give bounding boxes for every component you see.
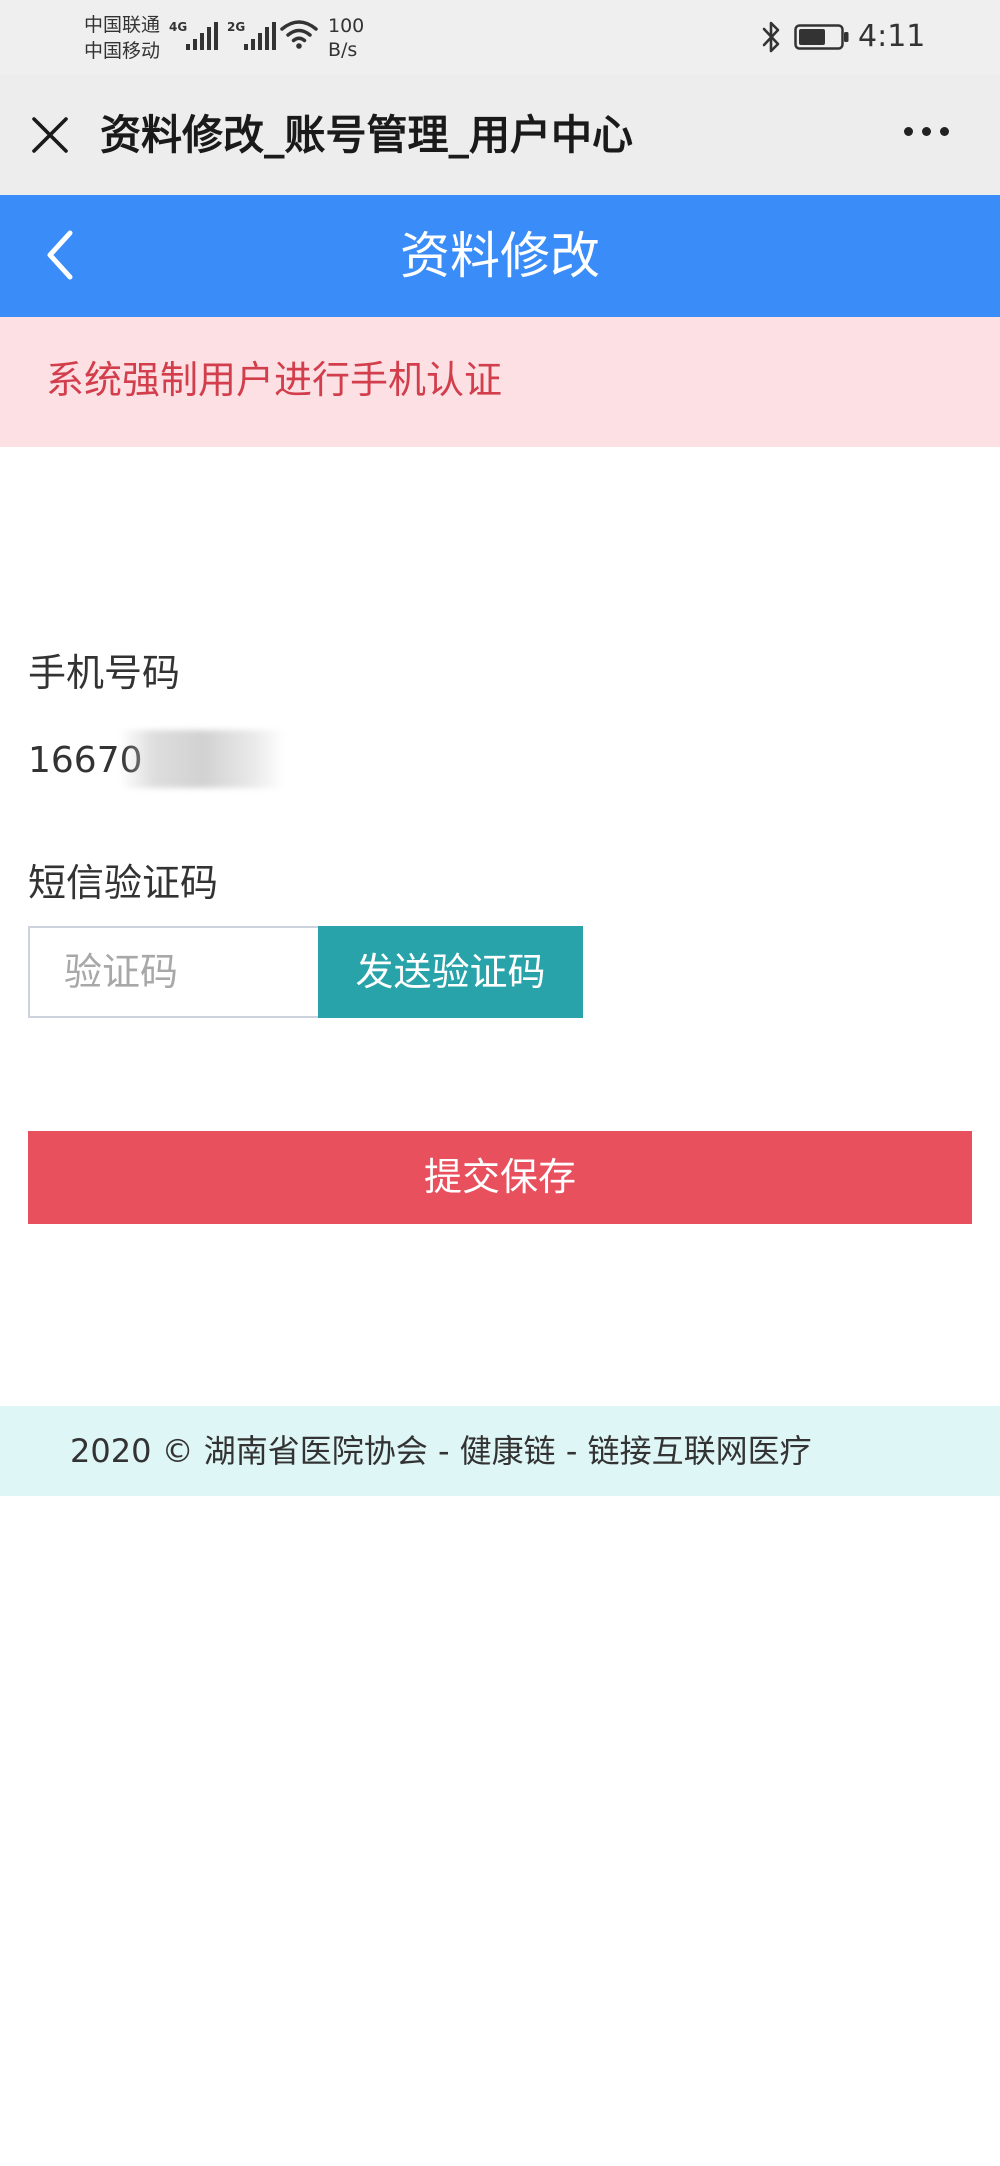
submit-save-button[interactable]: 提交保存 — [28, 1131, 972, 1224]
network-type-1: 4G — [169, 20, 188, 34]
browser-toolbar: 资料修改_账号管理_用户中心 — [0, 75, 1000, 195]
network-speed: 100 B/s — [328, 14, 364, 62]
more-icon[interactable] — [904, 127, 949, 136]
status-bar: 中国联通 中国移动 4G 2G 100 B/s 4:11 — [0, 0, 1000, 75]
back-icon[interactable] — [40, 225, 84, 285]
phone-mask — [120, 730, 285, 788]
app-header: 资料修改 — [0, 195, 1000, 317]
footer-copyright: 2020 © 湖南省医院协会 - 健康链 - 链接互联网医疗 — [70, 1432, 812, 1470]
phone-label: 手机号码 — [28, 651, 181, 695]
signal-icon — [244, 22, 276, 50]
send-code-button[interactable]: 发送验证码 — [318, 926, 583, 1018]
page-title: 资料修改 — [400, 227, 600, 285]
carrier-1: 中国联通 — [84, 14, 161, 36]
sms-code-label: 短信验证码 — [28, 861, 219, 905]
battery-icon — [794, 24, 849, 50]
signal-icon — [186, 22, 218, 50]
alert-message: 系统强制用户进行手机认证 — [46, 358, 503, 402]
browser-page-title: 资料修改_账号管理_用户中心 — [100, 111, 633, 159]
clock: 4:11 — [858, 19, 926, 54]
carrier-2: 中国移动 — [84, 40, 161, 62]
speed-unit: B/s — [328, 39, 358, 61]
carrier-info: 中国联通 中国移动 — [84, 12, 160, 64]
verification-code-input[interactable] — [28, 926, 318, 1018]
alert-banner: 系统强制用户进行手机认证 — [0, 317, 1000, 447]
network-type-2: 2G — [227, 20, 246, 34]
close-icon[interactable] — [30, 115, 70, 155]
bluetooth-icon — [762, 21, 780, 53]
footer: 2020 © 湖南省医院协会 - 健康链 - 链接互联网医疗 — [0, 1406, 1000, 1496]
wifi-icon — [280, 20, 318, 49]
speed-value: 100 — [328, 15, 365, 37]
